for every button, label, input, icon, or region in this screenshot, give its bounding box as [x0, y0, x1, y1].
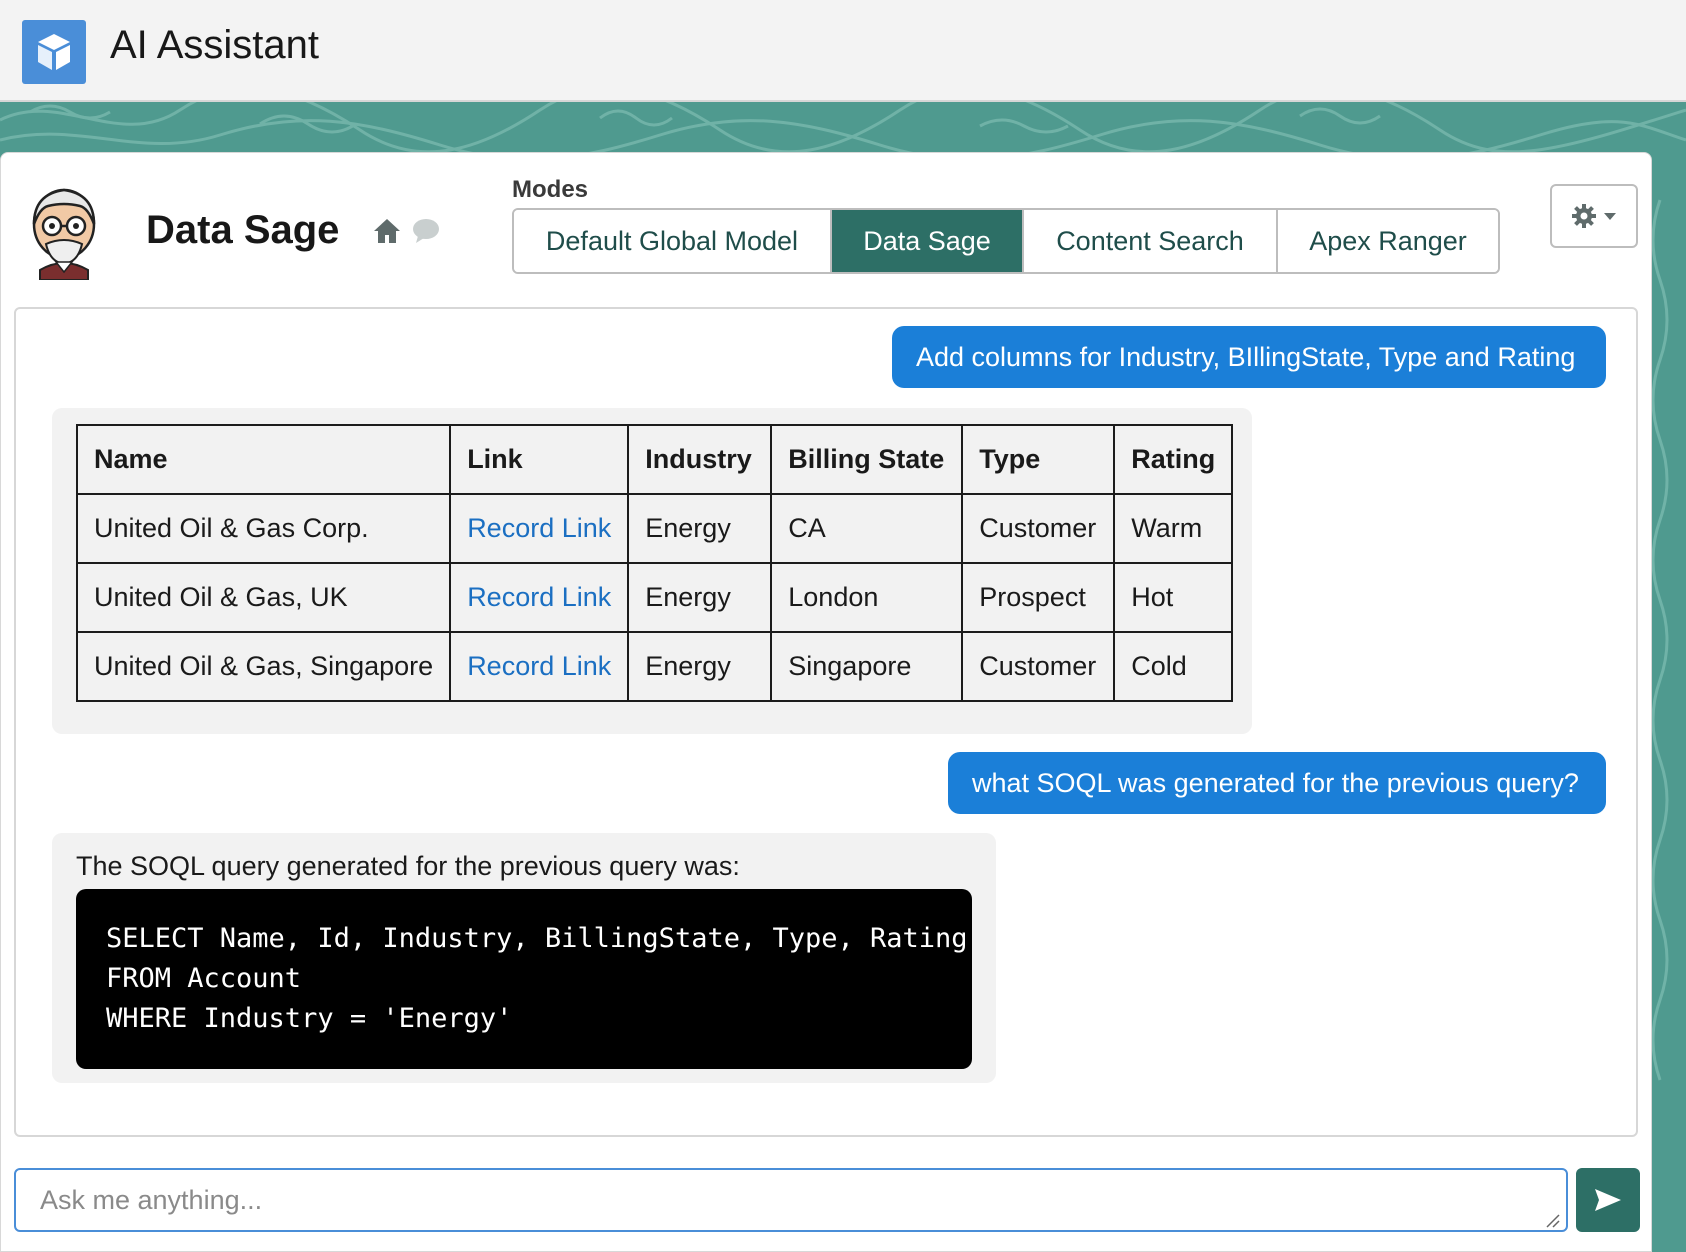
- cell-billing-state: CA: [770, 493, 964, 564]
- column-header-industry: Industry: [627, 424, 773, 495]
- code-line: SELECT Name, Id, Industry, BillingState,…: [106, 923, 968, 954]
- column-header-type: Type: [961, 424, 1116, 495]
- code-line: WHERE Industry = 'Energy': [106, 1003, 513, 1034]
- assistant-message-table: Name Link Industry Billing State Type Ra…: [52, 408, 1252, 734]
- record-link[interactable]: Record Link: [467, 582, 611, 612]
- send-button[interactable]: [1576, 1168, 1640, 1232]
- settings-button[interactable]: [1550, 184, 1638, 248]
- cell-name: United Oil & Gas Corp.: [75, 493, 452, 564]
- send-icon: [1595, 1189, 1621, 1211]
- home-icon[interactable]: [372, 216, 402, 246]
- table-row: United Oil & Gas Corp. Record Link Energ…: [75, 493, 1234, 564]
- column-header-name: Name: [75, 424, 452, 495]
- record-link[interactable]: Record Link: [467, 513, 611, 543]
- resize-handle-icon[interactable]: [1544, 1212, 1560, 1228]
- column-header-billing-state: Billing State: [770, 424, 964, 495]
- user-message: what SOQL was generated for the previous…: [948, 752, 1606, 814]
- chevron-down-icon: [1604, 213, 1616, 220]
- record-link[interactable]: Record Link: [467, 651, 611, 681]
- cell-industry: Energy: [627, 493, 773, 564]
- mode-content-search[interactable]: Content Search: [1024, 210, 1278, 272]
- app-header: AI Assistant: [0, 0, 1686, 102]
- avatar: [32, 188, 96, 280]
- column-header-link: Link: [449, 424, 630, 495]
- cube-icon: [22, 20, 86, 84]
- modes-button-group: Default Global Model Data Sage Content S…: [512, 208, 1500, 274]
- message-input[interactable]: [14, 1168, 1568, 1232]
- table-row: United Oil & Gas, UK Record Link Energy …: [75, 562, 1234, 633]
- message-text: The SOQL query generated for the previou…: [76, 851, 740, 881]
- cell-industry: Energy: [627, 562, 773, 633]
- table-row: United Oil & Gas, Singapore Record Link …: [75, 631, 1234, 702]
- modes-label: Modes: [512, 176, 589, 203]
- code-line: FROM Account: [106, 963, 302, 994]
- cell-link: Record Link: [449, 631, 630, 702]
- mode-default-global-model[interactable]: Default Global Model: [514, 210, 832, 272]
- app-title: AI Assistant: [110, 23, 319, 67]
- cell-industry: Energy: [627, 631, 773, 702]
- cell-name: United Oil & Gas, UK: [75, 562, 452, 633]
- cell-type: Customer: [961, 493, 1116, 564]
- mode-apex-ranger[interactable]: Apex Ranger: [1278, 210, 1498, 272]
- chat-history: Add columns for Industry, BIllingState, …: [14, 307, 1638, 1137]
- cell-rating: Cold: [1113, 631, 1234, 702]
- gear-icon: [1572, 204, 1596, 228]
- cell-link: Record Link: [449, 562, 630, 633]
- assistant-name: Data Sage: [146, 208, 340, 252]
- chat-bubble-icon[interactable]: [412, 218, 440, 244]
- mode-data-sage[interactable]: Data Sage: [832, 210, 1024, 272]
- cell-name: United Oil & Gas, Singapore: [75, 631, 452, 702]
- cell-rating: Hot: [1113, 562, 1234, 633]
- table-header-row: Name Link Industry Billing State Type Ra…: [75, 424, 1234, 495]
- results-table: Name Link Industry Billing State Type Ra…: [75, 424, 1234, 702]
- assistant-message-soql: The SOQL query generated for the previou…: [52, 833, 996, 1083]
- code-block: SELECT Name, Id, Industry, BillingState,…: [76, 889, 972, 1069]
- cell-billing-state: London: [770, 562, 964, 633]
- column-header-rating: Rating: [1113, 424, 1234, 495]
- cell-billing-state: Singapore: [770, 631, 964, 702]
- cell-type: Prospect: [961, 562, 1116, 633]
- user-message: Add columns for Industry, BIllingState, …: [892, 326, 1606, 388]
- cell-link: Record Link: [449, 493, 630, 564]
- cell-rating: Warm: [1113, 493, 1234, 564]
- cell-type: Customer: [961, 631, 1116, 702]
